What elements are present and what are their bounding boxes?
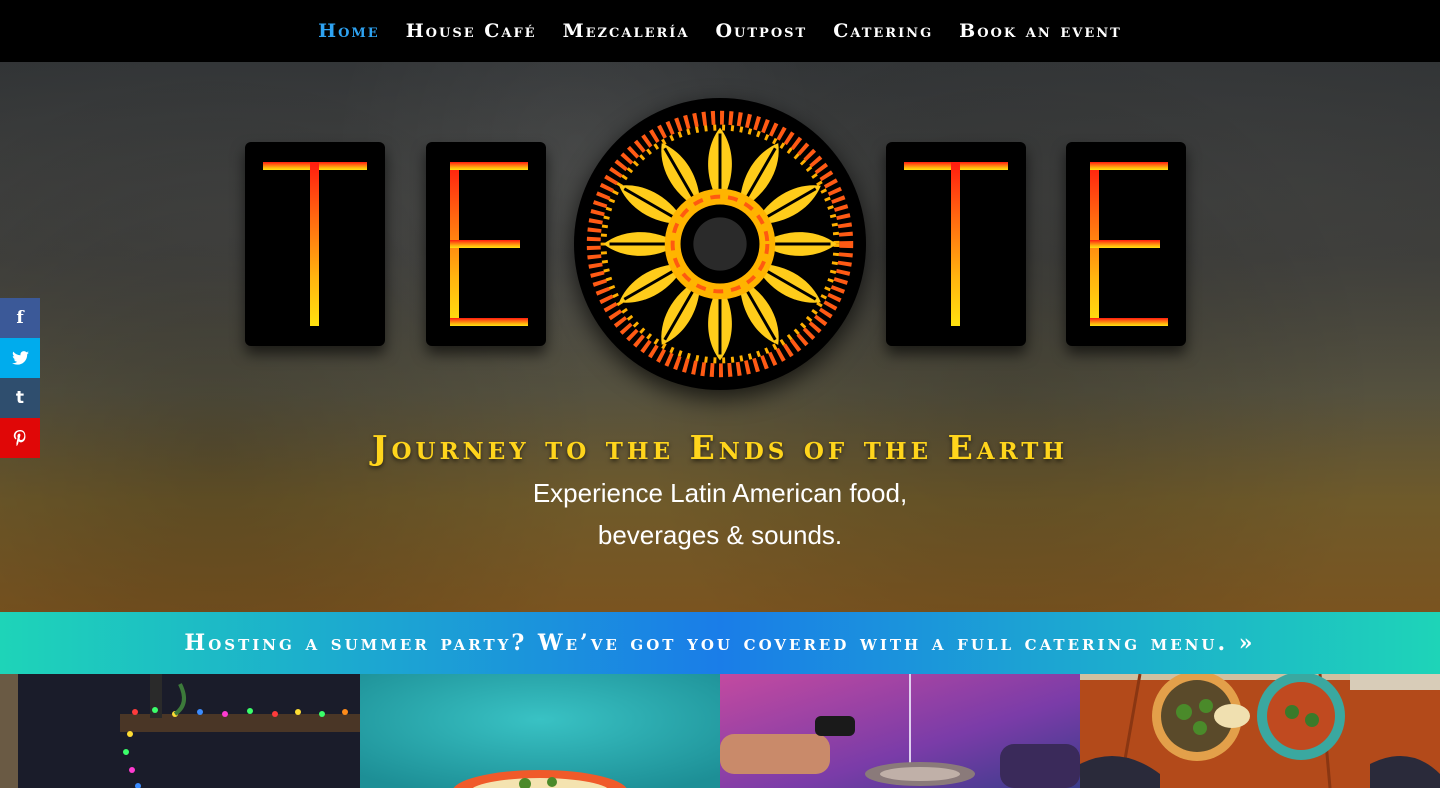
photo-tile-cocktail[interactable] <box>720 674 1080 788</box>
bowls-photo <box>1080 674 1440 788</box>
photo-tile-bar-lights[interactable] <box>0 674 360 788</box>
nav-home[interactable]: Home <box>318 20 380 42</box>
catering-cta-banner[interactable]: Hosting a summer party? We’ve got you co… <box>0 612 1440 674</box>
twitter-share-button[interactable] <box>0 338 40 378</box>
twitter-icon <box>11 351 29 365</box>
facebook-icon: f <box>16 308 24 328</box>
pinterest-icon <box>13 430 26 446</box>
hero-subline-1: Experience Latin American food, <box>532 478 908 508</box>
nav-mezcaleria[interactable]: Mezcalería <box>563 20 690 42</box>
catering-cta-text: Hosting a summer party? We’ve got you co… <box>184 630 1256 656</box>
facebook-share-button[interactable]: f <box>0 298 40 338</box>
hero-section: Journey to the Ends of the Earth Experie… <box>0 62 1440 612</box>
cocktail-photo <box>720 674 1080 788</box>
bar-lights-photo <box>0 674 360 788</box>
hero-subline-2: beverages & sounds. <box>597 520 843 550</box>
pinterest-share-button[interactable] <box>0 418 40 458</box>
nav-outpost[interactable]: Outpost <box>715 20 807 42</box>
tumblr-icon: t <box>15 388 25 408</box>
logo-letter-e-1 <box>426 142 546 346</box>
photo-tile-food-plate[interactable] <box>360 674 720 788</box>
food-plate-photo <box>360 674 720 788</box>
logo-letter-t-1 <box>245 142 385 346</box>
nav-book-an-event[interactable]: Book an event <box>959 20 1122 42</box>
hero-tagline: Journey to the Ends of the Earth <box>371 428 1069 467</box>
tumblr-share-button[interactable]: t <box>0 378 40 418</box>
mandala-medallion-icon <box>573 97 867 391</box>
logo-letter-e-2 <box>1066 142 1186 346</box>
logo-letter-t-2 <box>886 142 1026 346</box>
nav-catering[interactable]: Catering <box>833 20 933 42</box>
nav-house-cafe[interactable]: House Café <box>406 20 537 42</box>
main-navigation: Home House Café Mezcalería Outpost Cater… <box>0 0 1440 62</box>
photo-tile-bowls[interactable] <box>1080 674 1440 788</box>
photo-tiles <box>0 674 1440 788</box>
social-share-bar: f t <box>0 298 40 458</box>
